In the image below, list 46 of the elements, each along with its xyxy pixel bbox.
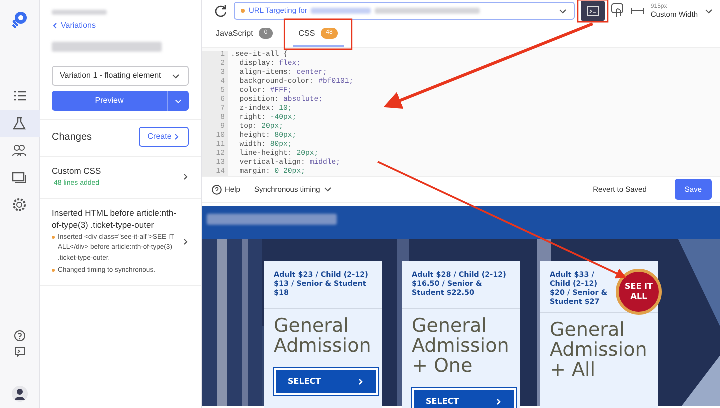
highlight-frame xyxy=(284,18,353,50)
help-icon[interactable] xyxy=(14,330,26,342)
create-button[interactable]: Create xyxy=(138,127,189,147)
chevron-down-icon[interactable] xyxy=(704,6,714,16)
redacted-text xyxy=(311,8,372,14)
change-title: Custom CSS xyxy=(52,165,102,177)
see-it-all-badge: SEE IT ALL xyxy=(616,269,662,315)
preview-menu-button[interactable] xyxy=(167,91,189,111)
help-icon xyxy=(212,184,222,194)
ticket-title: General Admission + One xyxy=(412,315,510,377)
section-title: Changes xyxy=(52,130,92,144)
nav-item[interactable] xyxy=(0,110,40,137)
chevron-right-icon xyxy=(183,238,189,246)
width-icon xyxy=(630,7,645,15)
settings-icon xyxy=(11,196,28,212)
chevron-right-icon xyxy=(183,173,189,182)
chevron-down-icon xyxy=(323,185,334,194)
redacted-text xyxy=(52,10,107,15)
windows-icon xyxy=(11,170,28,186)
highlight-frame xyxy=(577,0,609,23)
variation-select[interactable]: Variation 1 - floating element xyxy=(52,66,189,86)
ticket-title: General Admission + All xyxy=(550,319,648,381)
change-title: Inserted HTML before article:nth-of-type(3) .ticket-type-outer xyxy=(52,206,178,230)
select-button[interactable]: SELECT xyxy=(412,388,516,408)
flask-icon xyxy=(11,116,28,132)
chevron-right-icon xyxy=(174,132,180,141)
back-chevron-icon xyxy=(52,22,58,30)
status-dot-icon xyxy=(241,9,245,13)
pointer-icon[interactable] xyxy=(610,3,625,19)
code-editor-button[interactable] xyxy=(580,1,605,21)
avatar-icon[interactable] xyxy=(12,386,28,402)
refresh-icon[interactable] xyxy=(214,4,228,18)
bullet-icon xyxy=(52,236,55,238)
preview-button[interactable]: Preview xyxy=(52,91,167,111)
feedback-icon[interactable] xyxy=(14,346,26,358)
terminal-icon xyxy=(586,6,599,16)
chevron-down-icon xyxy=(171,72,181,80)
chevron-right-icon xyxy=(496,398,502,406)
people-icon xyxy=(11,142,28,158)
back-link[interactable]: Variations xyxy=(52,20,189,32)
chevron-down-icon xyxy=(558,6,568,16)
select-button[interactable]: SELECT xyxy=(274,368,378,395)
chevron-right-icon xyxy=(358,378,364,386)
ticket-title: General Admission xyxy=(274,315,372,357)
bullet-icon xyxy=(52,269,55,272)
logo-icon xyxy=(10,10,28,28)
